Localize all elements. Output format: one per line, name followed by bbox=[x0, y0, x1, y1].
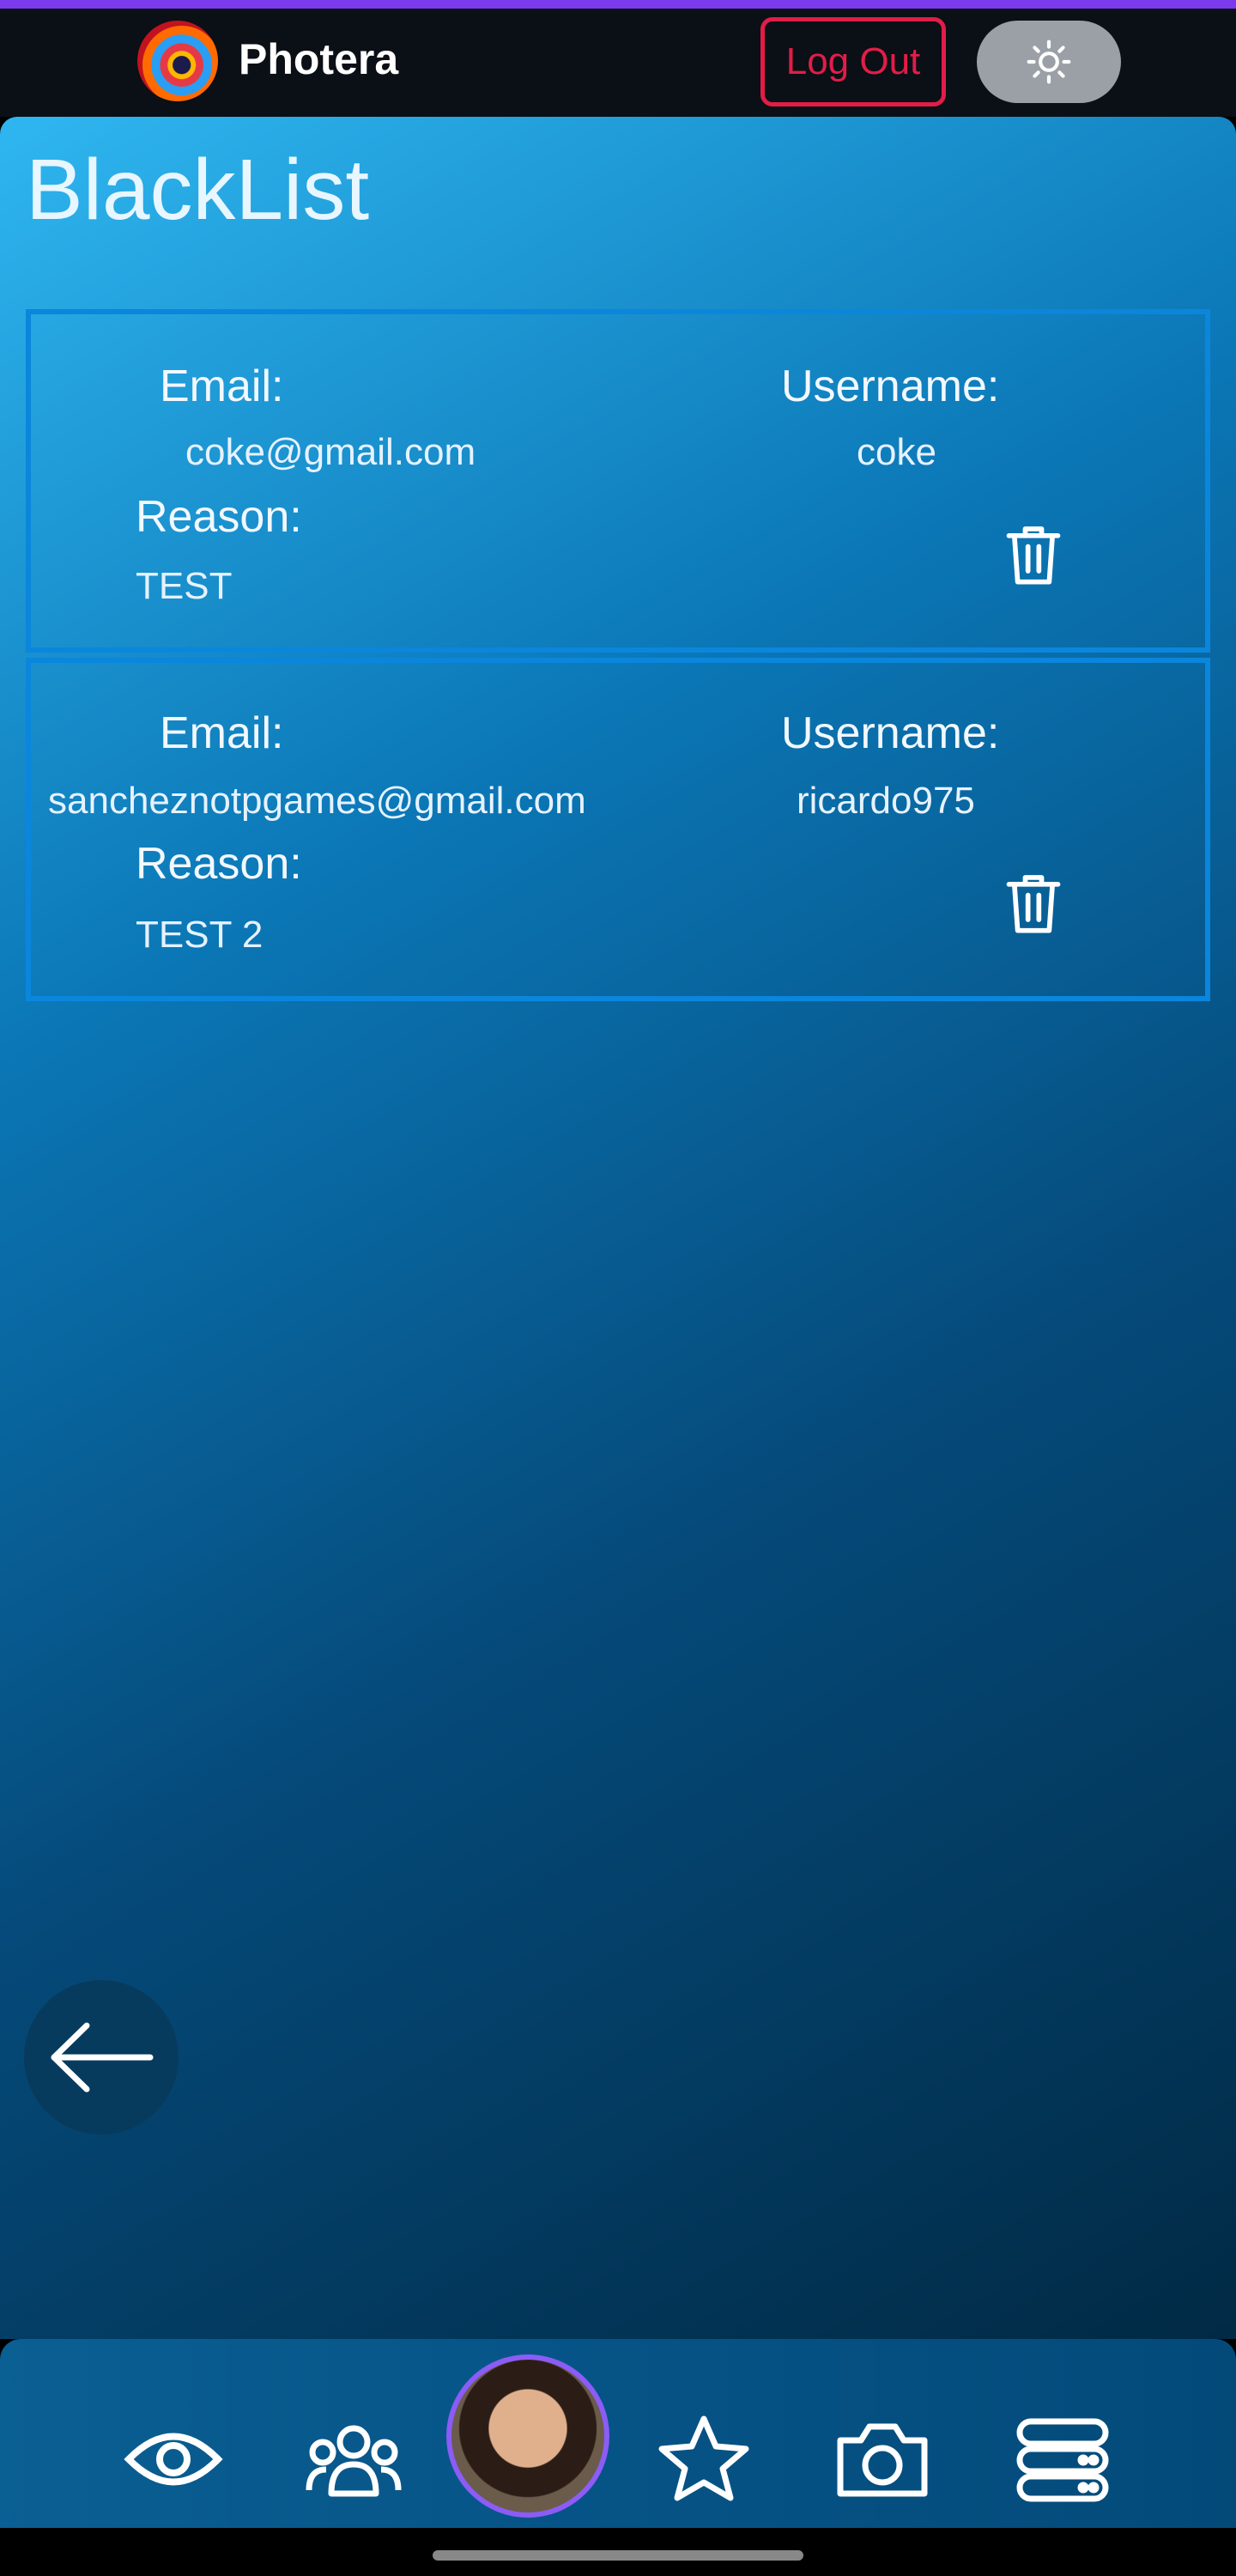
nav-servers[interactable] bbox=[1011, 2408, 1114, 2511]
email-value: sancheznotpgames@gmail.com bbox=[48, 780, 586, 822]
username-label: Username: bbox=[781, 708, 1000, 758]
star-icon bbox=[658, 2415, 749, 2501]
app-name: Photera bbox=[239, 35, 399, 83]
sun-icon bbox=[1027, 39, 1071, 84]
username-value: ricardo975 bbox=[797, 780, 975, 822]
logout-button[interactable]: Log Out bbox=[760, 17, 946, 106]
eye-icon bbox=[124, 2433, 223, 2486]
reason-value: TEST bbox=[136, 565, 233, 607]
username-value: coke bbox=[857, 431, 936, 473]
home-indicator bbox=[433, 2550, 803, 2561]
users-icon bbox=[306, 2425, 402, 2497]
username-label: Username: bbox=[781, 361, 1000, 411]
blacklist-entry: Email: coke@gmail.com Username: coke Rea… bbox=[26, 309, 1210, 653]
page-title: BlackList bbox=[26, 142, 370, 238]
nav-view[interactable] bbox=[122, 2408, 225, 2511]
trash-icon[interactable] bbox=[1001, 519, 1066, 591]
bottom-navigation bbox=[0, 2339, 1236, 2528]
blacklist-entry: Email: sancheznotpgames@gmail.com Userna… bbox=[26, 658, 1210, 1001]
nav-camera[interactable] bbox=[831, 2408, 934, 2511]
app-header: Photera Log Out bbox=[0, 9, 1236, 117]
arrow-left-icon bbox=[51, 2022, 154, 2093]
trash-icon[interactable] bbox=[1001, 867, 1066, 939]
email-value: coke@gmail.com bbox=[185, 431, 476, 473]
server-icon bbox=[1016, 2418, 1109, 2502]
email-label: Email: bbox=[160, 361, 284, 411]
email-label: Email: bbox=[160, 708, 284, 758]
reason-label: Reason: bbox=[136, 839, 302, 889]
theme-toggle[interactable] bbox=[977, 21, 1121, 103]
nav-favorites[interactable] bbox=[652, 2408, 755, 2511]
avatar[interactable] bbox=[446, 2354, 609, 2518]
app-logo bbox=[137, 21, 218, 101]
nav-community[interactable] bbox=[302, 2408, 405, 2511]
blacklist-page: BlackList Email: coke@gmail.com Username… bbox=[0, 117, 1236, 2339]
camera-icon bbox=[837, 2423, 928, 2497]
top-accent-stripe bbox=[0, 0, 1236, 9]
reason-value: TEST 2 bbox=[136, 914, 264, 956]
back-button[interactable] bbox=[24, 1980, 179, 2135]
reason-label: Reason: bbox=[136, 492, 302, 542]
